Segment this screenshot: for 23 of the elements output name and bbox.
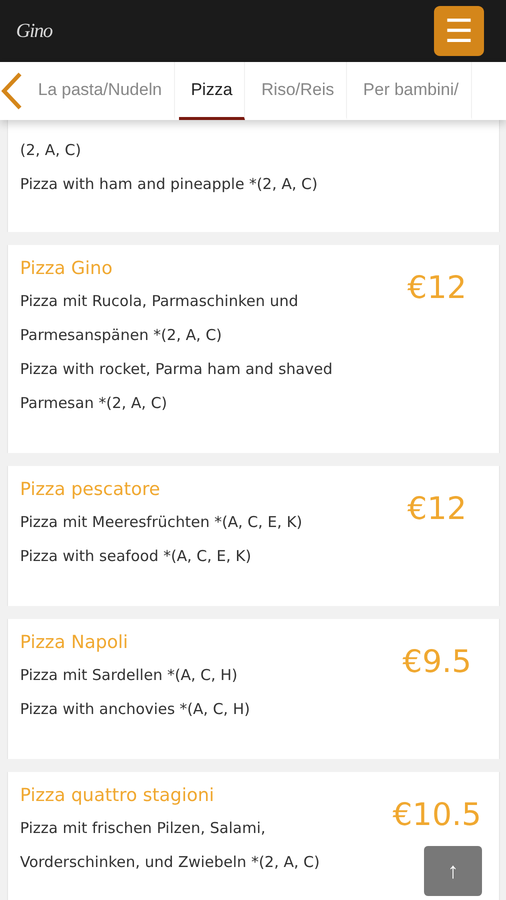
dish-description: Pizza with anchovies *(A, C, H)	[20, 699, 251, 720]
dish-price: €9.5	[402, 644, 472, 680]
dish-description: Parmesan *(2, A, C)	[20, 393, 168, 414]
dish-description: Pizza with rocket, Parma ham and shaved	[20, 359, 334, 380]
dish-description: Pizza with seafood *(A, C, E, K)	[20, 546, 252, 567]
dish-price: €12	[407, 270, 467, 306]
dish-title: Pizza Napoli	[20, 631, 130, 655]
dish-description: Pizza mit frischen Pilzen, Salami,	[20, 818, 267, 839]
dish-title: Pizza quattro stagioni	[20, 784, 216, 808]
menu-button[interactable]: ☰	[434, 6, 484, 56]
dish-description: Pizza mit Rucola, Parmaschinken und	[20, 291, 300, 312]
dish-price: €12	[407, 491, 467, 527]
dish-description: Pizza mit Sardellen *(A, C, H)	[20, 665, 239, 686]
dish-title: Pizza pescatore	[20, 478, 162, 502]
scroll-top-button[interactable]: ↑	[424, 846, 482, 896]
dish-description: Pizza with ham and pineapple *(2, A, C)	[20, 174, 319, 195]
dish-description: (2, A, C)	[20, 140, 82, 161]
dish-description: Parmesanspänen *(2, A, C)	[20, 325, 223, 346]
logo[interactable]: Gino	[16, 20, 52, 42]
dish-description: Vorderschinken, und Zwiebeln *(2, A, C)	[20, 852, 321, 873]
dish-price: €10.5	[392, 797, 482, 833]
dish-title: Pizza Gino	[20, 257, 114, 281]
dish-description: Pizza mit Meeresfrüchten *(A, C, E, K)	[20, 512, 304, 533]
